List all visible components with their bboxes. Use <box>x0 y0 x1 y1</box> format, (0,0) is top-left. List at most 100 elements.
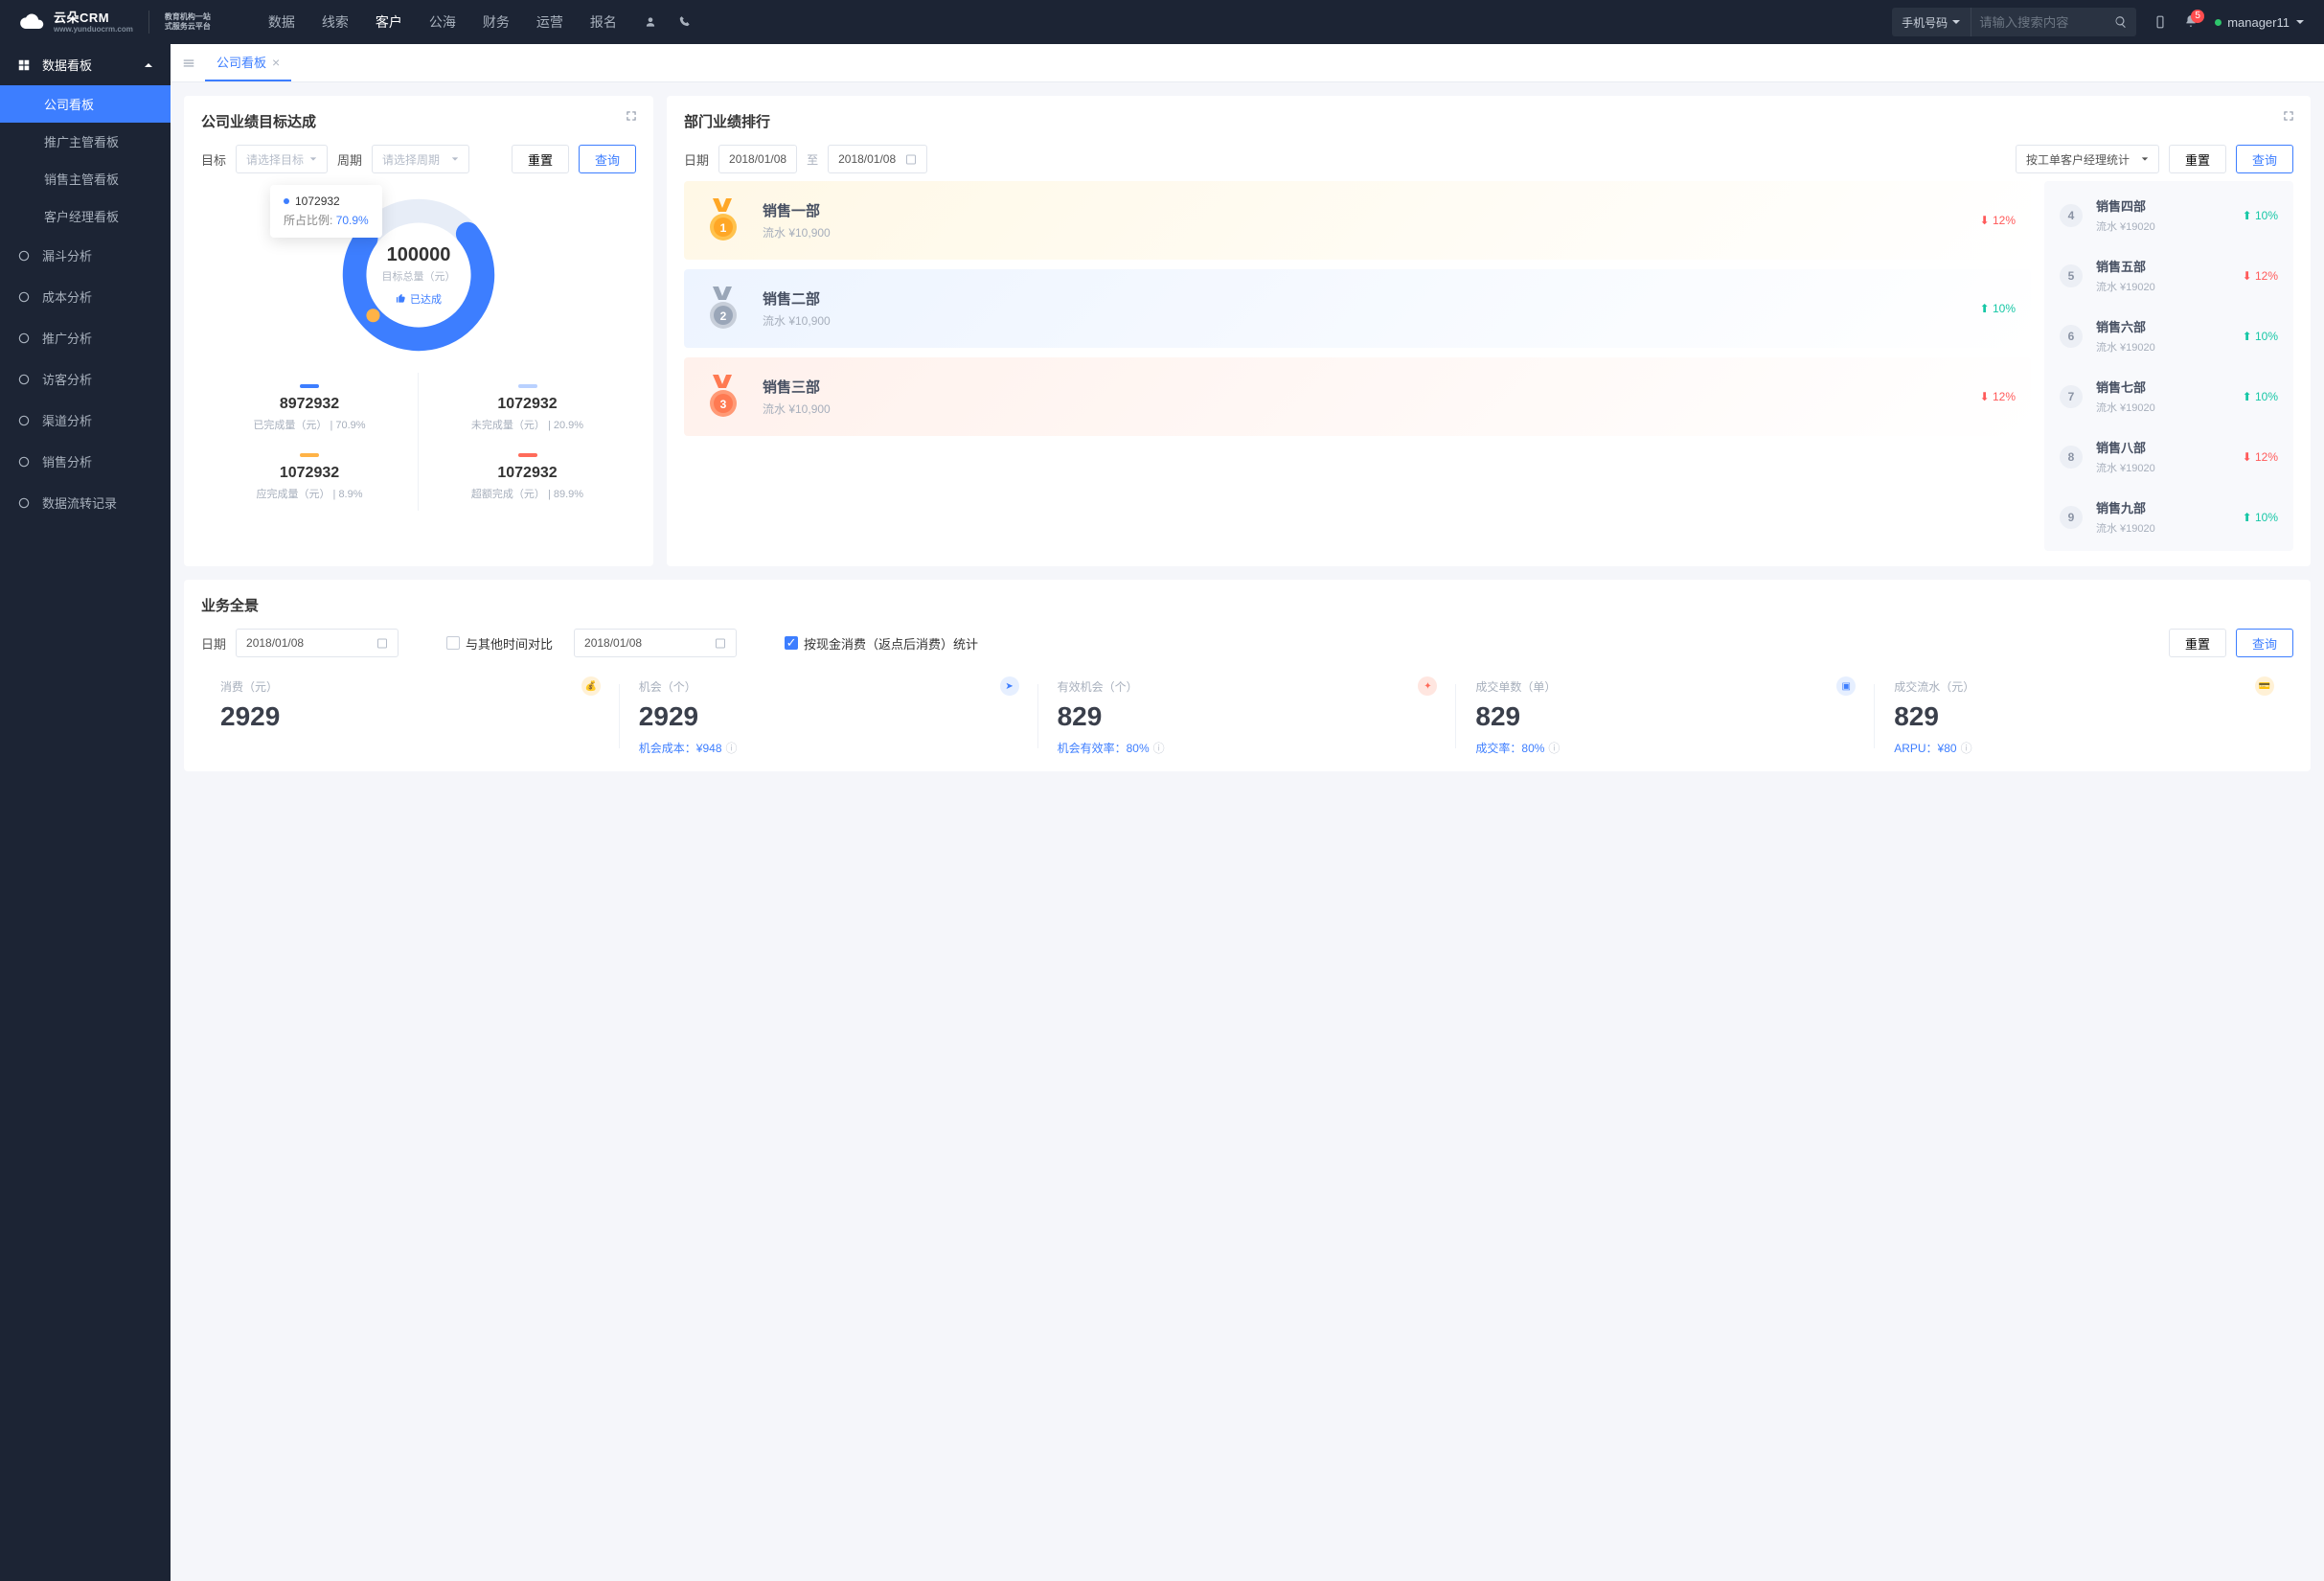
tab-company-board[interactable]: 公司看板 × <box>205 44 291 81</box>
kpi-item: 成交流水（元）💳829ARPU：¥80 ⓘ <box>1875 676 2293 756</box>
date-input-2[interactable]: 2018/01/08 <box>574 629 737 657</box>
rank-number: 9 <box>2060 506 2083 529</box>
phone-icon[interactable] <box>678 15 692 29</box>
chart-icon <box>17 455 31 469</box>
nav-item[interactable]: 运营 <box>536 12 563 32</box>
metric-item: 1072932应完成量（元） | 8.9% <box>201 442 419 511</box>
stat-checkbox[interactable]: ✓ 按现金消费（返点后消费）统计 <box>785 634 978 653</box>
sidebar-item[interactable]: 成本分析 <box>0 276 171 317</box>
sidebar-sub-item[interactable]: 销售主管看板 <box>0 160 171 197</box>
nav-item[interactable]: 线索 <box>322 12 349 32</box>
date-to-input[interactable]: 2018/01/08 <box>828 145 927 173</box>
reset-button[interactable]: 重置 <box>2169 629 2226 657</box>
calendar-icon <box>376 637 388 649</box>
notification-button[interactable]: 5 <box>2184 14 2198 31</box>
compare-checkbox[interactable]: 与其他时间对比 <box>446 634 553 653</box>
select-stat-type[interactable]: 按工单客户经理统计 <box>2016 145 2159 173</box>
calendar-icon <box>715 637 726 649</box>
rank-row: 8销售八部流水 ¥19020⬇ 12% <box>2044 426 2293 487</box>
chevron-down-icon <box>309 155 317 163</box>
logo: 云朵CRM www.yunduocrm.com 教育机构一站 式服务云平台 <box>19 9 211 35</box>
notif-badge: 5 <box>2191 10 2204 23</box>
reset-button[interactable]: 重置 <box>512 145 569 173</box>
help-icon[interactable]: ⓘ <box>1961 740 1972 756</box>
search-button[interactable] <box>2106 15 2136 29</box>
sidebar: 数据看板 公司看板推广主管看板销售主管看板客户经理看板 漏斗分析成本分析推广分析… <box>0 44 171 1581</box>
sidebar-group-dashboard[interactable]: 数据看板 <box>0 44 171 85</box>
sidebar-sub-item[interactable]: 公司看板 <box>0 85 171 123</box>
help-icon[interactable]: ⓘ <box>726 740 738 756</box>
trend-indicator: ⬆ 10% <box>2243 330 2278 343</box>
tab-label: 公司看板 <box>216 53 266 71</box>
status-dot-icon <box>2215 19 2221 26</box>
close-icon[interactable]: × <box>272 55 280 70</box>
kpi-icon: ✦ <box>1418 676 1437 696</box>
user-menu[interactable]: manager11 <box>2215 15 2305 30</box>
search-icon <box>2114 15 2128 29</box>
sidebar-item[interactable]: 销售分析 <box>0 441 171 482</box>
thumb-up-icon <box>396 293 406 304</box>
device-icon[interactable] <box>2153 15 2167 29</box>
sidebar-item[interactable]: 推广分析 <box>0 317 171 358</box>
trend-indicator: ⬆ 10% <box>2243 209 2278 222</box>
rank-number: 4 <box>2060 204 2083 227</box>
query-button[interactable]: 查询 <box>2236 629 2293 657</box>
nav-item[interactable]: 报名 <box>590 12 617 32</box>
collapse-sidebar-icon[interactable] <box>182 57 195 70</box>
kpi-icon: ▣ <box>1836 676 1856 696</box>
calendar-icon <box>905 153 917 165</box>
donut-center-value: 100000 <box>387 244 451 266</box>
date-from-input[interactable]: 2018/01/08 <box>718 145 797 173</box>
kpi-item: 消费（元）💰2929 <box>201 676 620 756</box>
help-icon[interactable]: ⓘ <box>1153 740 1165 756</box>
search-box: 手机号码 <box>1892 8 2136 36</box>
chevron-down-icon <box>1951 17 1961 27</box>
sidebar-item[interactable]: 漏斗分析 <box>0 235 171 276</box>
sidebar-item[interactable]: 数据流转记录 <box>0 482 171 523</box>
trend-indicator: ⬇ 12% <box>2243 450 2278 464</box>
trend-indicator: ⬆ 10% <box>1980 302 2016 315</box>
medal-icon: 3 <box>699 373 747 421</box>
link-icon <box>17 414 31 427</box>
trend-indicator: ⬆ 10% <box>2243 511 2278 524</box>
sidebar-item[interactable]: 访客分析 <box>0 358 171 400</box>
card-title: 公司业绩目标达成 <box>201 111 636 131</box>
nav-item[interactable]: 财务 <box>483 12 510 32</box>
list-icon <box>17 496 31 510</box>
donut-center-sub: 目标总量（元） <box>382 268 456 284</box>
rank-number: 5 <box>2060 264 2083 287</box>
rank-top-item: 3销售三部流水 ¥10,900⬇ 12% <box>684 357 2031 436</box>
help-icon[interactable]: ⓘ <box>1548 740 1560 756</box>
search-input[interactable] <box>1971 15 2106 30</box>
kpi-item: 成交单数（单）▣829成交率：80% ⓘ <box>1456 676 1875 756</box>
expand-icon[interactable] <box>625 109 638 123</box>
select-period[interactable]: 请选择周期 <box>372 145 469 173</box>
select-target[interactable]: 请选择目标 <box>236 145 328 173</box>
sidebar-sub-item[interactable]: 客户经理看板 <box>0 197 171 235</box>
rank-row: 4销售四部流水 ¥19020⬆ 10% <box>2044 185 2293 245</box>
logo-text: 云朵CRM <box>54 11 133 24</box>
expand-icon[interactable] <box>2282 109 2295 123</box>
nav-item[interactable]: 客户 <box>376 12 402 32</box>
nav-item[interactable]: 公海 <box>429 12 456 32</box>
query-button[interactable]: 查询 <box>2236 145 2293 173</box>
nav-item[interactable]: 数据 <box>268 12 295 32</box>
card-rank: 部门业绩排行 日期 2018/01/08 至 2018/01/08 按工单客户经… <box>667 96 2311 566</box>
user-icon[interactable] <box>644 15 657 29</box>
search-type-select[interactable]: 手机号码 <box>1892 8 1971 36</box>
tab-bar: 公司看板 × <box>171 44 2324 82</box>
sidebar-sub-item[interactable]: 推广主管看板 <box>0 123 171 160</box>
reset-button[interactable]: 重置 <box>2169 145 2226 173</box>
card-title: 部门业绩排行 <box>684 111 2293 131</box>
date-input-1[interactable]: 2018/01/08 <box>236 629 399 657</box>
kpi-icon: 💳 <box>2255 676 2274 696</box>
card-title: 业务全景 <box>201 595 2293 615</box>
user-name: manager11 <box>2227 15 2290 30</box>
rank-row: 7销售七部流水 ¥19020⬆ 10% <box>2044 366 2293 426</box>
svg-text:2: 2 <box>720 309 727 323</box>
cloud-icon <box>19 9 46 35</box>
query-button[interactable]: 查询 <box>579 145 636 173</box>
kpi-icon: 💰 <box>581 676 601 696</box>
rank-row: 9销售九部流水 ¥19020⬆ 10% <box>2044 487 2293 547</box>
sidebar-item[interactable]: 渠道分析 <box>0 400 171 441</box>
